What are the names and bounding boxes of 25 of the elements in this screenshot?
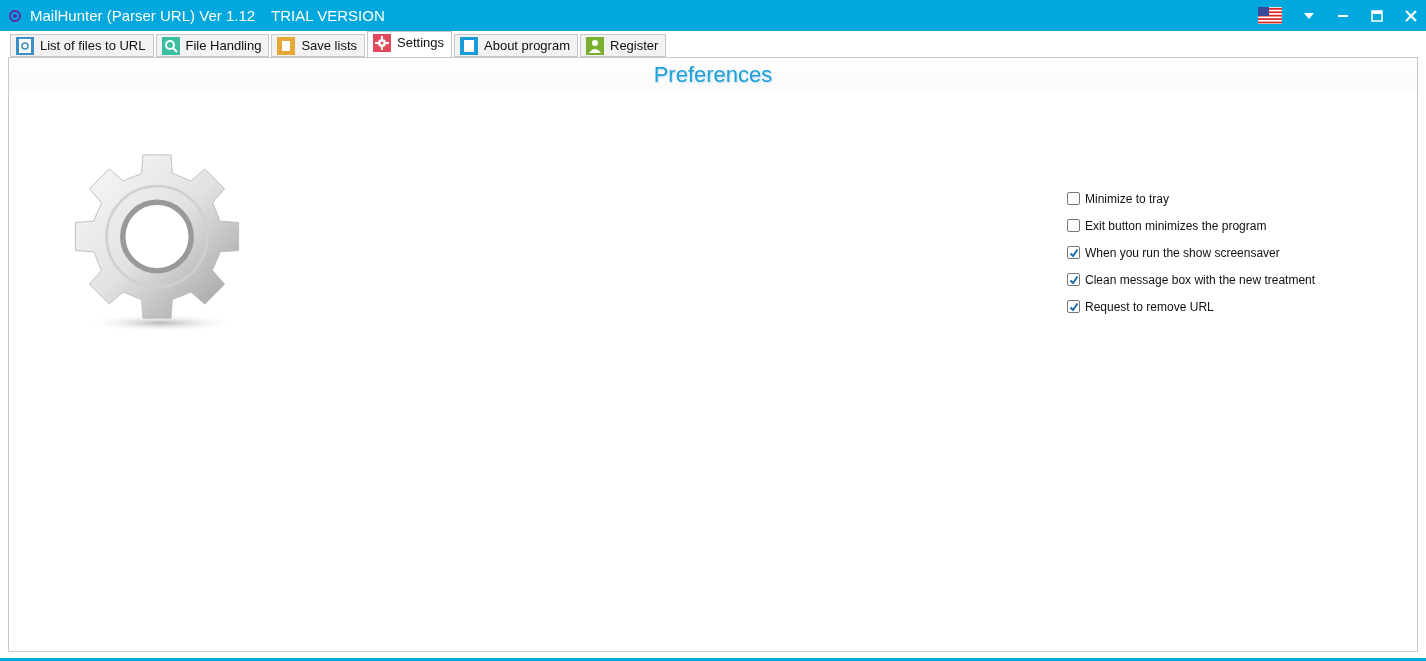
person-icon <box>586 36 604 55</box>
window-title: MailHunter (Parser URL) Ver 1.12 <box>30 7 256 24</box>
option-checkbox[interactable]: Exit button minimizes the program <box>1067 217 1417 234</box>
search-icon <box>161 36 180 55</box>
option-checkbox[interactable]: Request to remove URL <box>1067 298 1417 315</box>
tab[interactable]: List of files to URL <box>10 34 154 57</box>
close-icon <box>1405 9 1417 22</box>
option-checkbox[interactable]: Minimize to tray <box>1067 190 1417 207</box>
tab[interactable]: File Handling <box>155 34 270 57</box>
checkmark-icon <box>1068 274 1079 285</box>
tab[interactable]: Save lists <box>271 34 365 57</box>
maximize-icon <box>1371 9 1383 22</box>
minimize-icon <box>1338 14 1348 17</box>
flag-icon <box>1258 7 1282 24</box>
trial-label: TRIAL VERSION <box>271 7 385 24</box>
tab[interactable]: Settings <box>367 31 452 57</box>
tab[interactable]: Register <box>580 34 667 57</box>
caret-icon <box>1304 12 1314 19</box>
option-checkbox[interactable]: When you run the show screensaver <box>1067 244 1417 261</box>
option-checkbox[interactable]: Clean message box with the new treatment <box>1067 271 1417 288</box>
panel-title: Preferences <box>653 62 773 88</box>
checkmark-icon <box>1068 301 1079 312</box>
checkmark-icon <box>1068 247 1079 258</box>
tab[interactable]: About program <box>454 34 578 57</box>
language-flag-button[interactable] <box>1258 6 1282 25</box>
